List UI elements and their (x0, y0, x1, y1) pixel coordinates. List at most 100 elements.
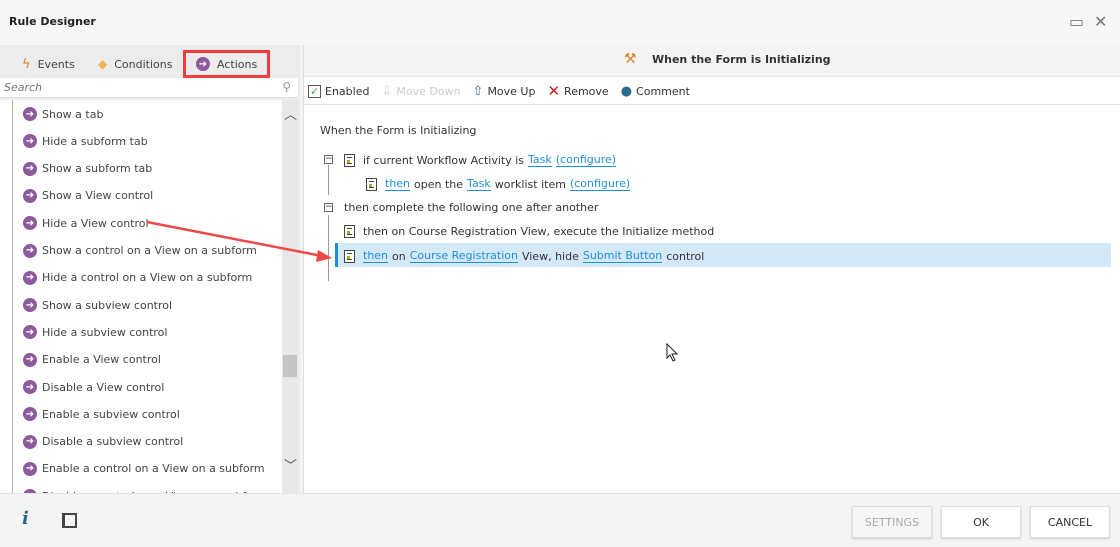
task-link[interactable]: Task (467, 177, 491, 191)
task-link[interactable]: Task (528, 153, 552, 167)
action-item[interactable]: ➔ Show a tab (23, 104, 103, 124)
action-item[interactable]: ➔ Disable a View control (23, 377, 164, 397)
move-up-label: Move Up (487, 84, 536, 98)
arrow-right-icon: ➔ (23, 434, 37, 449)
panel-toggle-icon[interactable] (62, 513, 77, 528)
action-item[interactable]: ➔ Show a subview control (23, 295, 172, 315)
condition-row[interactable]: if current Workflow Activity is Task (conf… (344, 153, 617, 167)
action-item[interactable]: ➔ Enable a View control (23, 350, 161, 370)
configure-link[interactable]: (configure) (555, 153, 617, 167)
window-title: Rule Designer (9, 15, 96, 28)
action-label: Disable a View control (42, 380, 165, 394)
document-icon (344, 153, 355, 167)
action-item[interactable]: ➔ Enable a subview control (23, 404, 180, 424)
gavel-icon: ⚒ (624, 51, 637, 67)
comment-button[interactable]: ● Comment (621, 84, 690, 99)
arrow-right-icon: ➔ (23, 216, 37, 231)
text: worklist item (494, 177, 566, 191)
configure-link[interactable]: (configure) (569, 177, 631, 191)
info-icon[interactable]: i (22, 508, 29, 529)
remove-button[interactable]: ✕ Remove (547, 82, 608, 100)
action-item[interactable]: ➔ Show a control on a View on a subform (23, 241, 257, 261)
collapse-toggle[interactable]: − (324, 155, 333, 164)
arrow-right-icon: ➔ (23, 134, 37, 149)
action-item[interactable]: ➔Disable a control on a View on a subfor… (23, 486, 268, 493)
action-row[interactable]: then on Course Registration View, execut… (344, 225, 714, 238)
arrow-right-icon: ➔ (23, 461, 37, 476)
comment-label: Comment (636, 84, 690, 98)
arrow-right-icon: ➔ (23, 325, 37, 340)
scrollbar[interactable]: ︿ ﹀ (282, 100, 298, 493)
action-item[interactable]: ➔ Hide a control on a View on a subform (23, 268, 252, 288)
arrow-right-icon: ➔ (23, 161, 37, 176)
action-item[interactable]: ➔ Show a subform tab (23, 159, 152, 179)
search-input[interactable] (0, 78, 270, 97)
lightning-icon: ϟ (22, 56, 31, 72)
search-icon[interactable]: ⚲ (282, 80, 291, 94)
arrow-right-icon: ➔ (23, 407, 37, 422)
tab-conditions[interactable]: ◆ Conditions (98, 53, 172, 75)
arrow-right-icon: ➔ (23, 352, 37, 367)
text: then on Course Registration View, execut… (363, 225, 715, 238)
action-label: Show a View control (42, 189, 154, 203)
collapse-toggle[interactable]: − (324, 203, 333, 212)
action-label: Hide a control on a View on a subform (42, 271, 253, 285)
move-down-icon: ⇩ (381, 83, 393, 99)
then-link[interactable]: then (363, 249, 389, 263)
close-icon[interactable]: ✕ (1094, 12, 1107, 31)
action-label: Hide a subview control (42, 325, 168, 339)
remove-label: Remove (564, 84, 609, 98)
rule-tree: When the Form is Initializing − if curre… (304, 105, 1120, 493)
enabled-checkbox[interactable]: ✓ Enabled (308, 84, 370, 98)
settings-button[interactable]: SETTINGS (852, 506, 932, 538)
action-label: Hide a View control (42, 216, 149, 230)
rule-header: ⚒ When the Form is Initializing (304, 45, 1120, 77)
text: open the (414, 177, 464, 191)
action-item[interactable]: ➔ Enable a control on a View on a subform (23, 459, 265, 479)
cancel-button[interactable]: CANCEL (1030, 506, 1110, 538)
text: if current Workflow Activity is (363, 153, 525, 167)
action-label: Show a tab (42, 107, 104, 121)
action-item[interactable]: ➔ Show a View control (23, 186, 153, 206)
move-down-button[interactable]: ⇩ Move Down (381, 84, 460, 99)
condition-action-row[interactable]: then open the Task worklist item (configure) (366, 177, 631, 191)
action-label: Disable a subview control (42, 435, 184, 449)
view-link[interactable]: Course Registration (409, 249, 518, 263)
document-icon (366, 177, 377, 191)
tab-label: Conditions (114, 57, 173, 71)
arrow-right-icon: ➔ (23, 107, 37, 121)
action-label: Show a control on a View on a subform (42, 244, 257, 257)
action-label: Enable a View control (42, 353, 161, 367)
chevron-up-icon[interactable]: ︿ (284, 104, 297, 123)
move-down-label: Move Down (396, 84, 461, 98)
enabled-label: Enabled (325, 84, 370, 98)
diamond-icon: ◆ (98, 57, 108, 71)
then-link[interactable]: then (385, 177, 411, 191)
move-up-button[interactable]: ⇧ Move Up (473, 84, 536, 99)
rule-title: When the Form is Initializing (652, 53, 831, 66)
text: on (392, 249, 406, 263)
tab-actions[interactable]: ➔ Actions (182, 50, 271, 78)
action-item[interactable]: ➔ Hide a View control (23, 213, 149, 233)
chevron-down-icon[interactable]: ﹀ (284, 455, 297, 474)
action-row-selected[interactable]: then on Course Registration View, hide Submi… (344, 249, 704, 263)
actions-list: ➔ Show a tab ➔ Hide a subform tab ➔ Show a su… (0, 100, 282, 493)
text: control (666, 249, 705, 263)
action-item[interactable]: ➔ Disable a subview control (23, 432, 183, 452)
group-row[interactable]: then complete the following one after an… (344, 201, 598, 214)
maximize-icon[interactable]: ▭ (1069, 12, 1084, 31)
tree-line (328, 165, 329, 195)
scrollbar-thumb[interactable] (283, 355, 297, 377)
arrow-right-icon: ➔ (23, 380, 37, 394)
action-item[interactable]: ➔ Hide a subform tab (23, 131, 148, 151)
control-link[interactable]: Submit Button (582, 249, 663, 263)
arrow-right-icon: ➔ (23, 270, 37, 285)
action-label: Show a subview control (42, 298, 173, 312)
arrow-right-icon: ➔ (23, 188, 37, 203)
action-item[interactable]: ➔ Hide a subview control (23, 322, 167, 342)
tab-label: Events (37, 57, 75, 71)
comment-icon: ● (620, 83, 633, 99)
document-icon (344, 249, 355, 263)
ok-button[interactable]: OK (941, 506, 1021, 538)
tab-events[interactable]: ϟ Events (22, 53, 75, 75)
